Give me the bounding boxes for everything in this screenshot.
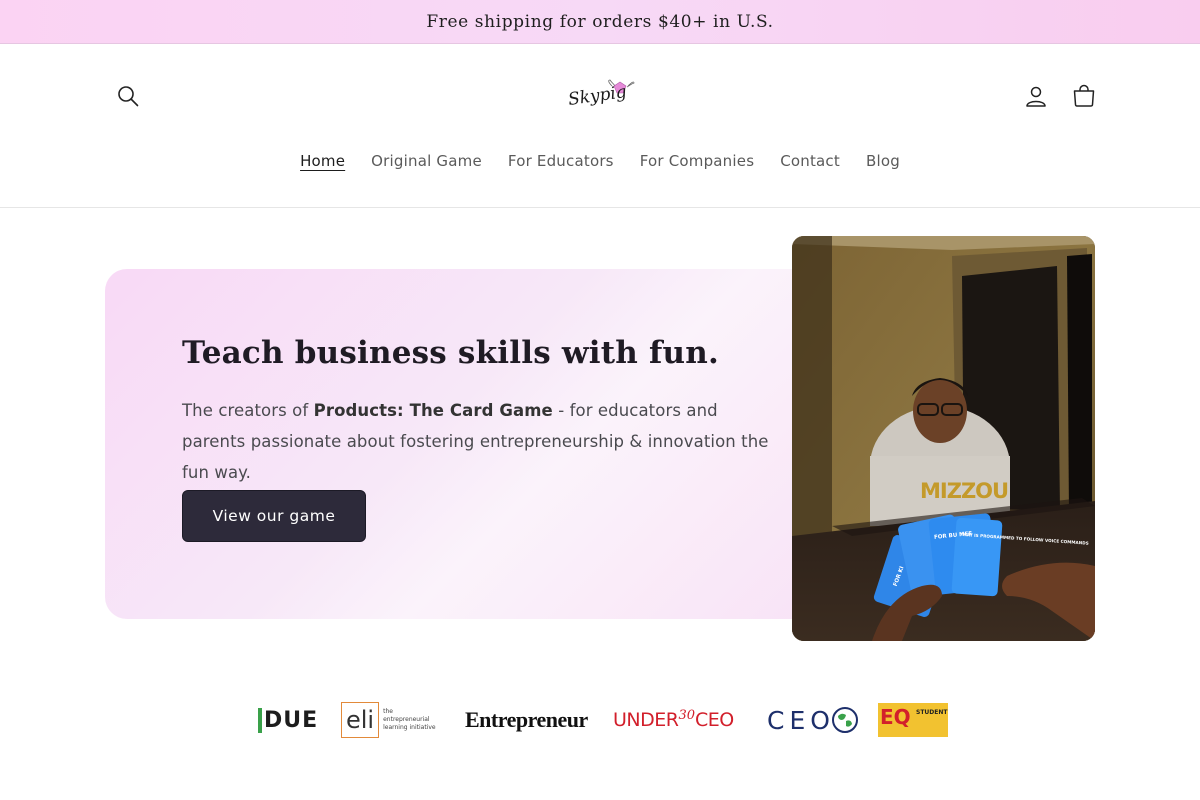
- view-game-button-label: View our game: [212, 507, 336, 525]
- hero-photo-scene: MIZZOU FOR BU MEE THAT IS PROGRAMMED TO …: [792, 236, 1095, 641]
- hero-card: Teach business skills with fun. The crea…: [105, 269, 836, 619]
- press-logo-entrepreneur: Entrepreneur: [465, 695, 588, 745]
- search-icon: [118, 86, 139, 107]
- site-logo[interactable]: Skypig: [562, 78, 642, 118]
- cart-icon: [1073, 84, 1095, 107]
- search-button[interactable]: [106, 74, 150, 118]
- account-button[interactable]: [1014, 74, 1058, 118]
- under30-b: 30: [678, 707, 696, 723]
- press-logo-ceo: CEO: [767, 695, 859, 745]
- ceo-logo-text: CEO: [767, 705, 835, 735]
- eli-logo-subtext: the entrepreneurial learning initiative: [383, 708, 436, 731]
- eq-logo-text: EQ: [880, 705, 911, 729]
- under30-c: CEO: [695, 709, 734, 731]
- press-logo-under30ceo: UNDER 30 CEO: [613, 695, 734, 745]
- eq-logo-subtext: STUDENT: [916, 709, 948, 716]
- announcement-text: Free shipping for orders $40+ in U.S.: [426, 11, 774, 32]
- press-logo-eq-student: EQ STUDENT: [878, 695, 948, 745]
- entrepreneur-logo-text: Entrepreneur: [465, 707, 588, 732]
- due-logo-text: DUE: [258, 707, 318, 733]
- hero-desc-prefix: The creators of: [182, 401, 314, 420]
- nav-item-contact[interactable]: Contact: [767, 150, 853, 172]
- under30-a: UNDER: [613, 709, 679, 731]
- announcement-bar: Free shipping for orders $40+ in U.S.: [0, 0, 1200, 44]
- eq-badge: EQ STUDENT: [878, 703, 948, 737]
- press-logos-row: DUE eli the entrepreneurial learning ini…: [0, 695, 1200, 745]
- account-icon: [1026, 86, 1046, 107]
- cart-button[interactable]: [1062, 74, 1106, 118]
- nav-item-home[interactable]: Home: [287, 150, 358, 172]
- hero-product-name: Products: The Card Game: [313, 401, 553, 420]
- view-game-button[interactable]: View our game: [182, 490, 366, 542]
- nav-item-blog[interactable]: Blog: [853, 150, 913, 172]
- hero-description: The creators of Products: The Card Game …: [182, 395, 772, 488]
- person-head: [913, 379, 967, 443]
- hero-title: Teach business skills with fun.: [182, 335, 719, 371]
- hero-photo: MIZZOU FOR BU MEE THAT IS PROGRAMMED TO …: [792, 236, 1095, 641]
- sweatshirt-text: MIZZOU: [920, 479, 1008, 503]
- press-logo-eli: eli the entrepreneurial learning initiat…: [341, 695, 439, 745]
- nav-item-for-educators[interactable]: For Educators: [495, 150, 627, 172]
- press-logo-due: DUE: [258, 695, 318, 745]
- main-nav: Home Original Game For Educators For Com…: [0, 150, 1200, 172]
- globe-icon: [831, 707, 858, 733]
- nav-item-for-companies[interactable]: For Companies: [627, 150, 768, 172]
- eli-logo-text: eli: [341, 702, 380, 738]
- site-header: Skypig Home Original Game For Educators …: [0, 44, 1200, 208]
- nav-item-original-game[interactable]: Original Game: [358, 150, 495, 172]
